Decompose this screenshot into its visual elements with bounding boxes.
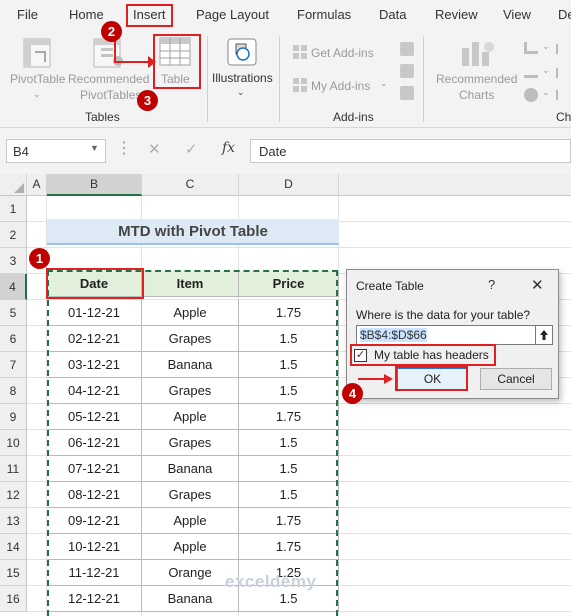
- cancel-icon[interactable]: ✕: [148, 140, 161, 158]
- people-graph-icon[interactable]: [400, 86, 414, 100]
- watermark-logo: exceldemy: [225, 572, 317, 591]
- row-header[interactable]: 5: [0, 300, 27, 326]
- chevron-down-icon[interactable]: ▼: [90, 143, 99, 153]
- highlight-date-header: [46, 268, 144, 299]
- column-header-a[interactable]: A: [27, 174, 47, 196]
- menu-data[interactable]: Data: [379, 7, 406, 22]
- cancel-button[interactable]: Cancel: [480, 368, 552, 390]
- formula-content: Date: [259, 144, 287, 159]
- group-label-tables: Tables: [85, 110, 120, 124]
- column-header-e[interactable]: [339, 174, 571, 196]
- row-header[interactable]: 9: [0, 404, 27, 430]
- group-label-charts: Ch: [556, 110, 571, 124]
- row-header[interactable]: 1: [0, 196, 27, 222]
- ribbon: PivotTable ⌄ Recommended PivotTables Tab…: [0, 30, 571, 128]
- step-badge-4: 4: [342, 383, 363, 404]
- row-header[interactable]: 12: [0, 482, 27, 508]
- bar-chart-icon[interactable]: [556, 44, 568, 54]
- chevron-down-icon: ⌄: [542, 87, 550, 97]
- my-addins-icon: [293, 78, 307, 92]
- sheet-title[interactable]: MTD with Pivot Table: [47, 219, 339, 245]
- chevron-down-icon: ⌄: [33, 89, 41, 99]
- gridline: [27, 247, 571, 248]
- menu-review[interactable]: Review: [435, 7, 478, 22]
- close-button[interactable]: ✕: [531, 276, 544, 294]
- arrow-to-table-icon: [114, 36, 156, 68]
- recommended-pivot-label-2: PivotTables: [80, 88, 142, 102]
- step-badge-2: 2: [101, 21, 122, 42]
- row-header[interactable]: 4: [0, 274, 27, 300]
- highlight-insert-tab: [126, 4, 173, 27]
- hierarchy-chart-icon[interactable]: [556, 68, 568, 78]
- pivot-table-button[interactable]: PivotTable: [10, 71, 65, 87]
- chevron-down-icon: ⌄: [542, 65, 550, 75]
- row-header[interactable]: 3: [0, 248, 27, 274]
- selection-marquee: [47, 270, 338, 616]
- menu-view[interactable]: View: [503, 7, 531, 22]
- column-header-d[interactable]: D: [239, 174, 339, 196]
- highlight-ok-button: [395, 366, 468, 391]
- formula-input[interactable]: Date: [250, 139, 571, 163]
- menu-home[interactable]: Home: [69, 7, 104, 22]
- ribbon-separator: [207, 36, 208, 122]
- highlight-headers-checkbox: [350, 344, 496, 366]
- row-header[interactable]: 16: [0, 586, 27, 612]
- drag-handle-icon[interactable]: ⋮: [116, 138, 132, 158]
- chevron-down-icon: ⌄: [542, 41, 550, 51]
- enter-check-icon[interactable]: ✓: [185, 140, 198, 158]
- collapse-dialog-button[interactable]: [535, 325, 553, 345]
- recommended-charts-label-2: Charts: [459, 88, 495, 102]
- row-header[interactable]: 6: [0, 326, 27, 352]
- column-chart-icon[interactable]: [524, 42, 538, 54]
- upload-arrow-icon: [540, 330, 548, 340]
- help-button[interactable]: ?: [488, 277, 495, 292]
- column-header-c[interactable]: C: [142, 174, 239, 196]
- pie-chart-icon[interactable]: [524, 88, 538, 102]
- dialog-title: Create Table: [356, 279, 424, 293]
- row-header[interactable]: 7: [0, 352, 27, 378]
- formula-bar: B4 ▼ ⋮ ✕ ✓ fx Date: [0, 128, 571, 174]
- row-header[interactable]: 15: [0, 560, 27, 586]
- illustrations-button[interactable]: Illustrations: [212, 70, 273, 86]
- step-badge-1: 1: [29, 248, 50, 269]
- get-addins-button[interactable]: Get Add-ins: [311, 45, 374, 61]
- range-value: $B$4:$D$66: [360, 328, 427, 342]
- corner-triangle-icon: [14, 183, 24, 193]
- illustrations-icon: [227, 38, 257, 66]
- row-header[interactable]: 14: [0, 534, 27, 560]
- line-chart-icon[interactable]: [524, 66, 538, 78]
- row-header[interactable]: 8: [0, 378, 27, 404]
- my-addins-button[interactable]: My Add-ins: [311, 78, 370, 94]
- chevron-down-icon: ⌄: [237, 87, 245, 97]
- get-addins-icon: [293, 45, 307, 59]
- group-label-addins: Add-ins: [333, 110, 374, 124]
- highlight-table-button: [153, 34, 201, 89]
- menu-developer[interactable]: De: [558, 7, 571, 22]
- menu-file[interactable]: File: [17, 7, 38, 22]
- arrow-to-ok-icon: [358, 374, 393, 384]
- ribbon-separator: [279, 36, 280, 122]
- row-header[interactable]: 13: [0, 508, 27, 534]
- select-all-corner[interactable]: [0, 174, 27, 196]
- step-badge-3: 3: [137, 90, 158, 111]
- row-header[interactable]: 11: [0, 456, 27, 482]
- chevron-down-icon: ⌄: [380, 78, 388, 88]
- row-header[interactable]: 10: [0, 430, 27, 456]
- scatter-chart-icon[interactable]: [556, 90, 568, 100]
- menu-bar: File Home Insert Page Layout Formulas Da…: [0, 0, 571, 30]
- name-box-value: B4: [13, 144, 29, 159]
- recommended-charts-icon: [462, 42, 494, 66]
- pivot-table-icon: [23, 38, 51, 68]
- visio-icon[interactable]: [400, 42, 414, 56]
- menu-formulas[interactable]: Formulas: [297, 7, 351, 22]
- bing-maps-icon[interactable]: [400, 64, 414, 78]
- insert-function-icon[interactable]: fx: [222, 140, 235, 156]
- recommended-charts-button[interactable]: Recommended: [436, 71, 517, 87]
- menu-page-layout[interactable]: Page Layout: [196, 7, 269, 22]
- row-header[interactable]: 2: [0, 222, 27, 248]
- column-header-b[interactable]: B: [47, 174, 142, 196]
- ribbon-separator: [423, 36, 424, 122]
- range-input[interactable]: $B$4:$D$66: [356, 325, 536, 345]
- range-prompt: Where is the data for your table?: [356, 308, 531, 322]
